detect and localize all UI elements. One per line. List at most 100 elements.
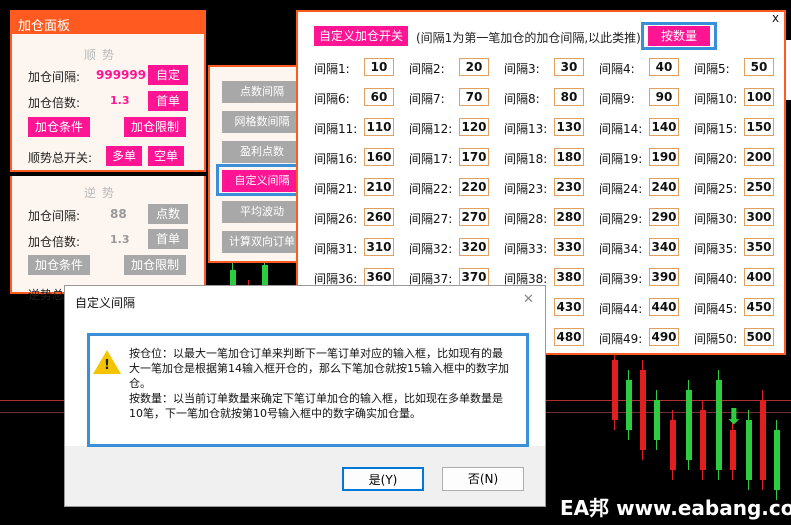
panel-header: 加仓面板 [12,12,204,34]
interval-input[interactable]: 290 [649,208,679,226]
trend-section-title: 顺势 [84,48,121,62]
interval-label: 间隔6: [314,92,350,106]
multiple-value[interactable]: 1.3 [110,94,130,107]
counter-multiple-label: 加仓倍数: [28,235,81,249]
add-condition-button[interactable]: 加仓条件 [28,117,90,137]
first-order-button[interactable]: 首单 [148,91,188,111]
interval-input[interactable]: 100 [744,88,774,106]
interval-label: 间隔26: [314,212,358,226]
interval-input[interactable]: 440 [649,298,679,316]
interval-input[interactable]: 40 [649,58,679,76]
interval-label: 间隔24: [599,182,643,196]
interval-input[interactable]: 140 [649,118,679,136]
interval-input[interactable]: 350 [744,238,774,256]
menu-item-grid-interval[interactable]: 网格数间隔 [222,111,302,133]
menu-item-average-volatility[interactable]: 平均波动 [222,201,302,223]
counter-section-title: 逆势 [84,186,121,200]
counter-points-button[interactable]: 点数 [148,204,188,224]
candle-body [640,370,646,450]
interval-input[interactable]: 90 [649,88,679,106]
interval-input[interactable]: 10 [364,58,394,76]
menu-item-custom-interval[interactable]: 自定义间隔 [222,170,302,192]
interval-input[interactable]: 280 [554,208,584,226]
interval-input[interactable]: 480 [554,328,584,346]
interval-input[interactable]: 120 [459,118,489,136]
interval-input[interactable]: 150 [744,118,774,136]
close-icon[interactable]: x [772,11,779,25]
candle-body [746,420,752,480]
interval-label: 间隔7: [409,92,445,106]
sell-order-button[interactable]: 空单 [148,146,184,166]
interval-input[interactable]: 320 [459,238,489,256]
interval-input[interactable]: 30 [554,58,584,76]
interval-input[interactable]: 80 [554,88,584,106]
site-watermark: EA邦 www.eabang.com [560,496,791,520]
counter-interval-value[interactable]: 88 [110,207,127,221]
interval-label: 间隔39: [599,272,643,286]
counter-trend-panel: 逆势 加仓间隔: 88 点数 加仓倍数: 1.3 首单 加仓条件 加仓限制 逆势… [10,176,206,302]
interval-label: 间隔25: [694,182,738,196]
master-switch-label: 顺势总开关: [28,151,93,165]
dialog-message-quantity: 按数量：以当前订单数量来确定下笔订单加仓的输入框，比如现在多单数量是10笔，下一… [129,392,503,420]
interval-input[interactable]: 220 [459,178,489,196]
interval-label: 间隔1: [314,62,350,76]
interval-input[interactable]: 330 [554,238,584,256]
counter-add-limit-button[interactable]: 加仓限制 [124,255,186,275]
custom-add-toggle-button[interactable]: 自定义加仓开关 [314,26,408,46]
interval-input[interactable]: 190 [649,148,679,166]
interval-input[interactable]: 130 [554,118,584,136]
interval-input[interactable]: 340 [649,238,679,256]
dialog-message: 按仓位：以最大一笔加仓订单来判断下一笔订单对应的输入框，比如现有的最大一笔加仓是… [129,346,509,421]
interval-input[interactable]: 20 [459,58,489,76]
custom-interval-dialog: 自定义间隔 ✕ ! 按仓位：以最大一笔加仓订单来判断下一笔订单对应的输入框，比如… [64,285,546,507]
counter-first-order-button[interactable]: 首单 [148,229,188,249]
interval-input[interactable]: 210 [364,178,394,196]
interval-input[interactable]: 260 [364,208,394,226]
interval-input[interactable]: 430 [554,298,584,316]
interval-input[interactable]: 500 [744,328,774,346]
interval-label: 间隔33: [504,242,548,256]
menu-item-points-interval[interactable]: 点数间隔 [222,81,302,103]
interval-input[interactable]: 300 [744,208,774,226]
interval-input[interactable]: 240 [649,178,679,196]
interval-input[interactable]: 310 [364,238,394,256]
interval-input[interactable]: 70 [459,88,489,106]
interval-input[interactable]: 270 [459,208,489,226]
interval-input[interactable]: 180 [554,148,584,166]
interval-input[interactable]: 490 [649,328,679,346]
interval-input[interactable]: 380 [554,268,584,286]
interval-input[interactable]: 160 [364,148,394,166]
close-icon[interactable]: ✕ [523,292,534,307]
interval-input[interactable]: 200 [744,148,774,166]
interval-custom-button[interactable]: 自定 [148,65,188,85]
by-quantity-button[interactable]: 按数量 [648,26,710,46]
interval-input[interactable]: 250 [744,178,774,196]
counter-multiple-value[interactable]: 1.3 [110,233,130,246]
interval-label: 间隔34: [599,242,643,256]
interval-input[interactable]: 170 [459,148,489,166]
counter-interval-label: 加仓间隔: [28,209,81,223]
interval-value[interactable]: 999999 [96,68,146,82]
interval-input[interactable]: 450 [744,298,774,316]
interval-input[interactable]: 50 [744,58,774,76]
interval-label: 间隔10: [694,92,738,106]
interval-label: 间隔13: [504,122,548,136]
interval-input[interactable]: 390 [649,268,679,286]
counter-add-condition-button[interactable]: 加仓条件 [28,255,90,275]
no-button[interactable]: 否(N) [442,467,524,491]
interval-input[interactable]: 230 [554,178,584,196]
menu-item-profit-points[interactable]: 盈利点数 [222,141,302,163]
interval-input[interactable]: 400 [744,268,774,286]
interval-label: 间隔23: [504,182,548,196]
interval-input[interactable]: 360 [364,268,394,286]
interval-label: 间隔22: [409,182,453,196]
yes-button[interactable]: 是(Y) [342,467,424,491]
menu-item-bidirectional-orders[interactable]: 计算双向订单 [222,231,302,253]
interval-input[interactable]: 110 [364,118,394,136]
dialog-message-position: 按仓位：以最大一笔加仓订单来判断下一笔订单对应的输入框，比如现有的最大一笔加仓是… [129,347,509,390]
interval-input[interactable]: 370 [459,268,489,286]
interval-label: 间隔32: [409,242,453,256]
buy-order-button[interactable]: 多单 [106,146,142,166]
interval-input[interactable]: 60 [364,88,394,106]
add-limit-button[interactable]: 加仓限制 [124,117,186,137]
